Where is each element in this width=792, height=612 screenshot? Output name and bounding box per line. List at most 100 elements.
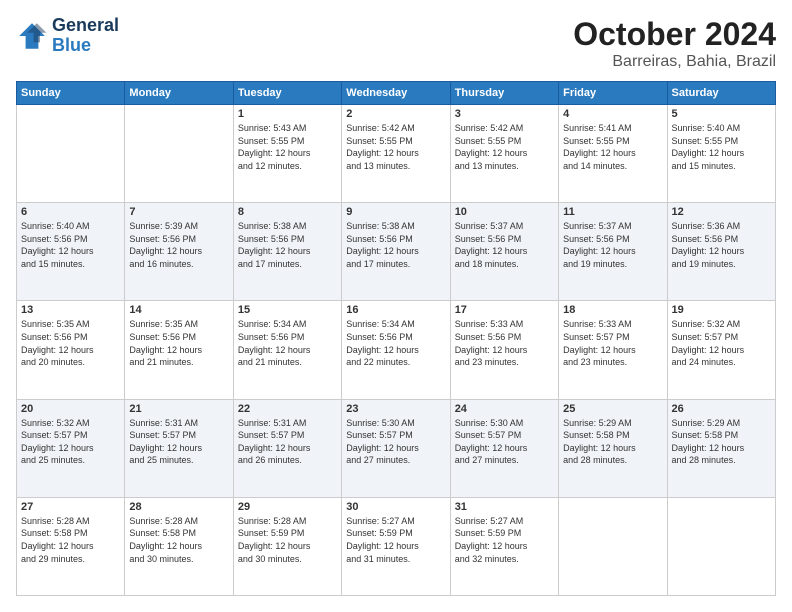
day-cell: 14 Sunrise: 5:35 AM Sunset: 5:56 PM Dayli… [125,301,233,399]
calendar-table: SundayMondayTuesdayWednesdayThursdayFrid… [16,81,776,596]
day-info: Sunrise: 5:27 AM Sunset: 5:59 PM Dayligh… [346,515,445,565]
week-row-1: 1 Sunrise: 5:43 AM Sunset: 5:55 PM Daylig… [17,105,776,203]
day-number: 31 [455,501,554,513]
day-header-saturday: Saturday [667,82,775,105]
day-number: 11 [563,206,662,218]
day-info: Sunrise: 5:40 AM Sunset: 5:56 PM Dayligh… [21,220,120,270]
day-info: Sunrise: 5:36 AM Sunset: 5:56 PM Dayligh… [672,220,771,270]
day-cell: 7 Sunrise: 5:39 AM Sunset: 5:56 PM Daylig… [125,203,233,301]
day-header-thursday: Thursday [450,82,558,105]
page: General Blue October 2024 Barreiras, Bah… [0,0,792,612]
day-cell: 5Sunrise: 5:40 AM Sunset: 5:55 PM Daylig… [667,105,775,203]
title-section: October 2024 Barreiras, Bahia, Brazil [573,16,776,71]
day-cell: 13Sunrise: 5:35 AM Sunset: 5:56 PM Dayli… [17,301,125,399]
day-cell: 26Sunrise: 5:29 AM Sunset: 5:58 PM Dayli… [667,399,775,497]
day-number: 4 [563,108,662,120]
day-cell: 24 Sunrise: 5:30 AM Sunset: 5:57 PM Dayli… [450,399,558,497]
day-info: Sunrise: 5:32 AM Sunset: 5:57 PM Dayligh… [672,318,771,368]
day-info: Sunrise: 5:31 AM Sunset: 5:57 PM Dayligh… [129,417,228,467]
day-number: 3 [455,108,554,120]
main-title: October 2024 [573,16,776,53]
day-number: 26 [672,403,771,415]
day-header-monday: Monday [125,82,233,105]
day-info: Sunrise: 5:27 AM Sunset: 5:59 PM Dayligh… [455,515,554,565]
day-cell [125,105,233,203]
day-number: 10 [455,206,554,218]
day-info: Sunrise: 5:42 AM Sunset: 5:55 PM Dayligh… [455,122,554,172]
day-cell: 20 Sunrise: 5:32 AM Sunset: 5:57 PM Dayli… [17,399,125,497]
day-header-sunday: Sunday [17,82,125,105]
day-info: Sunrise: 5:30 AM Sunset: 5:57 PM Dayligh… [455,417,554,467]
day-info: Sunrise: 5:32 AM Sunset: 5:57 PM Dayligh… [21,417,120,467]
day-number: 28 [129,501,228,513]
day-number: 30 [346,501,445,513]
day-info: Sunrise: 5:37 AM Sunset: 5:56 PM Dayligh… [455,220,554,270]
day-info: Sunrise: 5:35 AM Sunset: 5:56 PM Dayligh… [129,318,228,368]
day-cell: 10 Sunrise: 5:37 AM Sunset: 5:56 PM Dayli… [450,203,558,301]
day-cell: 19Sunrise: 5:32 AM Sunset: 5:57 PM Dayli… [667,301,775,399]
day-header-friday: Friday [559,82,667,105]
day-cell: 3 Sunrise: 5:42 AM Sunset: 5:55 PM Daylig… [450,105,558,203]
day-info: Sunrise: 5:28 AM Sunset: 5:58 PM Dayligh… [129,515,228,565]
day-info: Sunrise: 5:38 AM Sunset: 5:56 PM Dayligh… [238,220,337,270]
week-row-5: 27 Sunrise: 5:28 AM Sunset: 5:58 PM Dayli… [17,497,776,595]
day-cell: 6 Sunrise: 5:40 AM Sunset: 5:56 PM Daylig… [17,203,125,301]
day-cell [559,497,667,595]
day-info: Sunrise: 5:29 AM Sunset: 5:58 PM Dayligh… [563,417,662,467]
day-number: 9 [346,206,445,218]
day-cell: 30 Sunrise: 5:27 AM Sunset: 5:59 PM Dayli… [342,497,450,595]
day-cell: 16Sunrise: 5:34 AM Sunset: 5:56 PM Dayli… [342,301,450,399]
day-number: 29 [238,501,337,513]
day-info: Sunrise: 5:38 AM Sunset: 5:56 PM Dayligh… [346,220,445,270]
day-number: 12 [672,206,771,218]
day-info: Sunrise: 5:43 AM Sunset: 5:55 PM Dayligh… [238,122,337,172]
day-number: 6 [21,206,120,218]
day-number: 18 [563,304,662,316]
day-header-tuesday: Tuesday [233,82,341,105]
day-info: Sunrise: 5:30 AM Sunset: 5:57 PM Dayligh… [346,417,445,467]
week-row-4: 20 Sunrise: 5:32 AM Sunset: 5:57 PM Dayli… [17,399,776,497]
day-number: 2 [346,108,445,120]
day-number: 14 [129,304,228,316]
day-info: Sunrise: 5:28 AM Sunset: 5:59 PM Dayligh… [238,515,337,565]
day-cell: 9 Sunrise: 5:38 AM Sunset: 5:56 PM Daylig… [342,203,450,301]
day-number: 22 [238,403,337,415]
day-cell: 23 Sunrise: 5:30 AM Sunset: 5:57 PM Dayli… [342,399,450,497]
day-cell: 1 Sunrise: 5:43 AM Sunset: 5:55 PM Daylig… [233,105,341,203]
day-info: Sunrise: 5:28 AM Sunset: 5:58 PM Dayligh… [21,515,120,565]
day-cell: 21 Sunrise: 5:31 AM Sunset: 5:57 PM Dayli… [125,399,233,497]
day-number: 21 [129,403,228,415]
day-info: Sunrise: 5:42 AM Sunset: 5:55 PM Dayligh… [346,122,445,172]
day-number: 17 [455,304,554,316]
day-info: Sunrise: 5:39 AM Sunset: 5:56 PM Dayligh… [129,220,228,270]
logo-text: General Blue [52,16,119,56]
header-row: SundayMondayTuesdayWednesdayThursdayFrid… [17,82,776,105]
day-cell: 28 Sunrise: 5:28 AM Sunset: 5:58 PM Dayli… [125,497,233,595]
day-info: Sunrise: 5:33 AM Sunset: 5:56 PM Dayligh… [455,318,554,368]
day-info: Sunrise: 5:40 AM Sunset: 5:55 PM Dayligh… [672,122,771,172]
day-number: 8 [238,206,337,218]
day-cell: 27 Sunrise: 5:28 AM Sunset: 5:58 PM Dayli… [17,497,125,595]
day-cell: 25Sunrise: 5:29 AM Sunset: 5:58 PM Dayli… [559,399,667,497]
day-cell: 17 Sunrise: 5:33 AM Sunset: 5:56 PM Dayli… [450,301,558,399]
subtitle: Barreiras, Bahia, Brazil [573,53,776,71]
day-cell: 8 Sunrise: 5:38 AM Sunset: 5:56 PM Daylig… [233,203,341,301]
day-number: 16 [346,304,445,316]
day-header-wednesday: Wednesday [342,82,450,105]
day-cell: 15Sunrise: 5:34 AM Sunset: 5:56 PM Dayli… [233,301,341,399]
day-number: 27 [21,501,120,513]
day-cell [667,497,775,595]
day-info: Sunrise: 5:37 AM Sunset: 5:56 PM Dayligh… [563,220,662,270]
day-info: Sunrise: 5:31 AM Sunset: 5:57 PM Dayligh… [238,417,337,467]
day-number: 7 [129,206,228,218]
week-row-2: 6 Sunrise: 5:40 AM Sunset: 5:56 PM Daylig… [17,203,776,301]
day-number: 20 [21,403,120,415]
day-cell: 29 Sunrise: 5:28 AM Sunset: 5:59 PM Dayli… [233,497,341,595]
day-cell: 2 Sunrise: 5:42 AM Sunset: 5:55 PM Daylig… [342,105,450,203]
day-number: 24 [455,403,554,415]
day-number: 23 [346,403,445,415]
logo: General Blue [16,16,119,56]
day-number: 1 [238,108,337,120]
day-cell: 11 Sunrise: 5:37 AM Sunset: 5:56 PM Dayli… [559,203,667,301]
header: General Blue October 2024 Barreiras, Bah… [16,16,776,71]
